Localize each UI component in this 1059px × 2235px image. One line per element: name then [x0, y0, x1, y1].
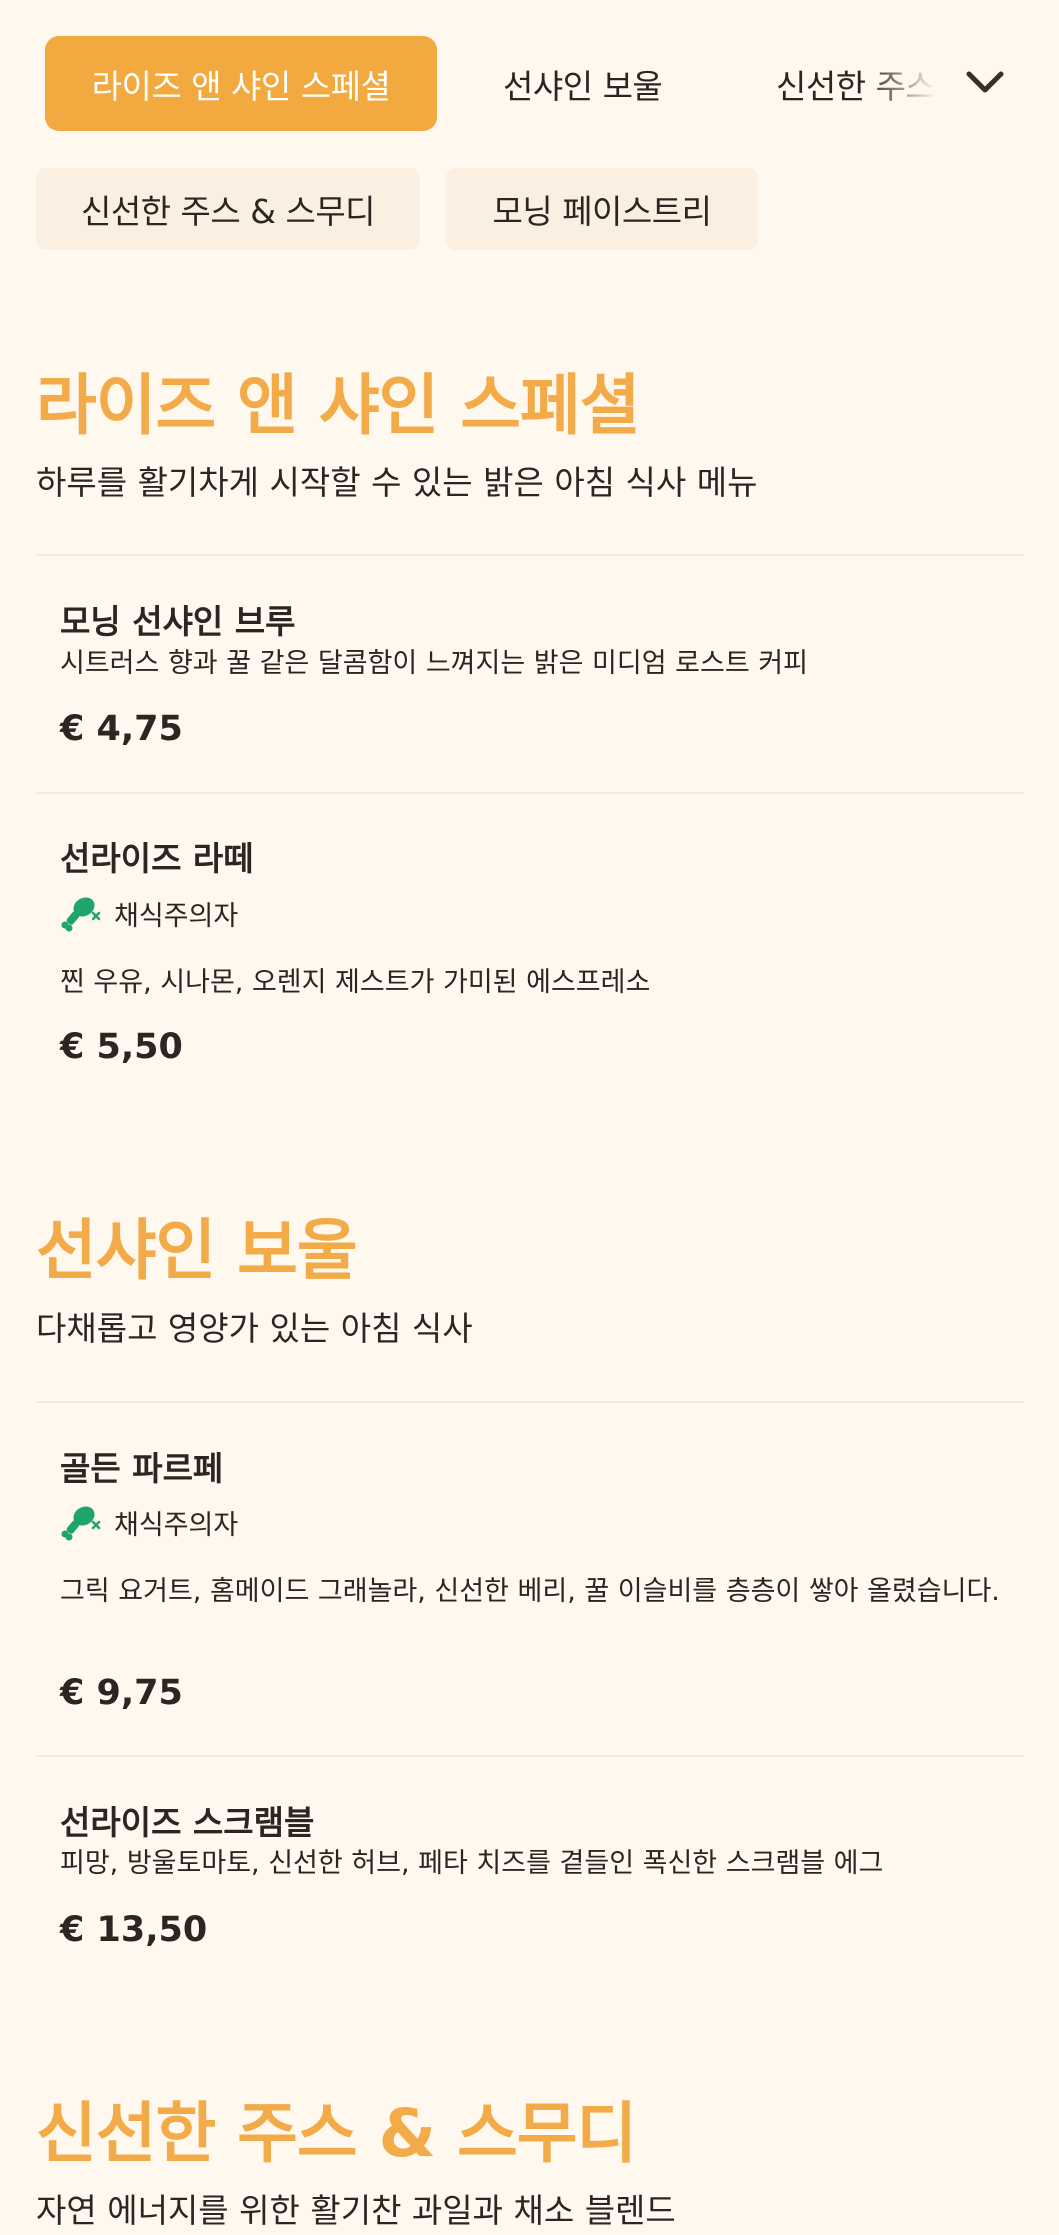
- divider: [36, 554, 1024, 556]
- section-subtitle: 다채롭고 영양가 있는 아침 식사: [36, 1309, 473, 1348]
- tab-rise-and-shine[interactable]: 라이즈 앤 샤인 스페셜: [45, 36, 437, 131]
- item-price: € 4,75: [60, 709, 183, 749]
- item-description: 피망, 방울토마토, 신선한 허브, 페타 치즈를 곁들인 폭신한 스크램블 에…: [60, 1848, 884, 1879]
- section-title: 선샤인 보울: [36, 1212, 358, 1289]
- item-name: 모닝 선샤인 브루: [60, 602, 296, 641]
- tab-juice-smoothie[interactable]: 신선한 주스 & 스무디: [776, 36, 936, 131]
- item-description: 시트러스 향과 꿀 같은 달콤함이 느껴지는 밝은 미디엄 로스트 커피: [60, 648, 808, 679]
- vegetarian-tag: 채식주의자: [60, 1502, 238, 1542]
- overflow-tab-juice-smoothie[interactable]: 신선한 주스 & 스무디: [36, 168, 420, 250]
- vegetarian-drumstick-icon: [61, 897, 101, 932]
- item-name: 선라이즈 라떼: [60, 839, 254, 878]
- divider: [36, 1401, 1024, 1403]
- tag-label: 채식주의자: [114, 1509, 239, 1541]
- chevron-down-icon[interactable]: [960, 58, 1010, 108]
- vegetarian-drumstick-icon: [61, 1506, 101, 1541]
- item-price: € 13,50: [60, 1910, 208, 1950]
- section-title: 라이즈 앤 샤인 스페셜: [36, 367, 640, 444]
- divider: [36, 1755, 1024, 1757]
- section-title: 신선한 주스 & 스무디: [36, 2095, 637, 2172]
- tab-sunshine-bowl[interactable]: 선샤인 보울: [503, 36, 663, 131]
- item-price: € 5,50: [60, 1027, 183, 1067]
- vegetarian-tag: 채식주의자: [60, 893, 238, 933]
- item-name: 선라이즈 스크램블: [60, 1803, 315, 1842]
- item-name: 골든 파르페: [60, 1449, 224, 1488]
- section-subtitle: 자연 에너지를 위한 활기찬 과일과 채소 블렌드: [36, 2191, 676, 2230]
- overflow-tab-morning-pastry[interactable]: 모닝 페이스트리: [446, 168, 758, 250]
- tag-label: 채식주의자: [114, 900, 239, 932]
- category-nav: 라이즈 앤 샤인 스페셜 선샤인 보울 신선한 주스 & 스무디: [0, 0, 1059, 166]
- item-description: 그릭 요거트, 홈메이드 그래놀라, 신선한 베리, 꿀 이슬비를 층층이 쌓아…: [60, 1576, 1000, 1607]
- divider: [36, 792, 1024, 794]
- section-subtitle: 하루를 활기차게 시작할 수 있는 밝은 아침 식사 메뉴: [36, 463, 758, 502]
- item-description: 찐 우유, 시나몬, 오렌지 제스트가 가미된 에스프레소: [60, 967, 651, 998]
- item-price: € 9,75: [60, 1673, 183, 1713]
